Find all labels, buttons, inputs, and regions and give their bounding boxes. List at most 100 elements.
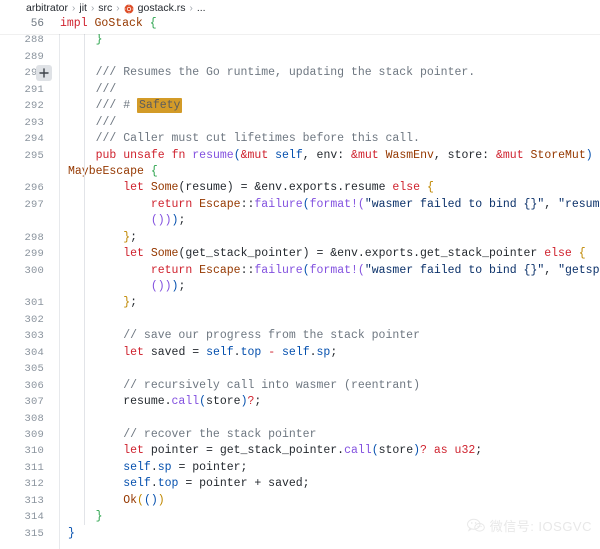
code-line[interactable]: 289 (0, 49, 600, 65)
code-line[interactable]: 288 } (0, 32, 600, 48)
line-number[interactable]: 295 (0, 148, 44, 164)
code-line[interactable]: 314 } (0, 509, 600, 525)
code-line[interactable]: 292 /// # Safety (0, 98, 600, 114)
token: ; (178, 214, 185, 227)
line-number[interactable]: 296 (0, 180, 44, 196)
code-line[interactable]: 298 }; (0, 230, 600, 246)
code-line[interactable]: ())); (0, 213, 600, 229)
breadcrumb-item----[interactable]: ... (197, 2, 206, 14)
token: /// (96, 83, 117, 96)
breadcrumb-item-jit[interactable]: jit (79, 2, 87, 14)
code-line[interactable]: 310 let pointer = get_stack_pointer.call… (0, 443, 600, 459)
line-number[interactable]: 308 (0, 411, 44, 427)
line-number[interactable]: 304 (0, 345, 44, 361)
code-line[interactable]: 303 // save our progress from the stack … (0, 328, 600, 344)
breadcrumb-item-src[interactable]: src (98, 2, 112, 14)
code-lines-container: return Escape::failure(format!("wasmer f… (0, 16, 600, 542)
code-line[interactable]: 309 // recover the stack pointer (0, 427, 600, 443)
token (68, 264, 151, 277)
code-line[interactable]: 313 Ok(()) (0, 493, 600, 509)
line-number[interactable]: 315 (0, 526, 44, 542)
line-number[interactable]: 298 (0, 230, 44, 246)
line-number[interactable]: 292 (0, 98, 44, 114)
line-number[interactable]: 306 (0, 378, 44, 394)
code-scroll-region[interactable]: return Escape::failure(format!("wasmer f… (0, 16, 600, 549)
token: ( (137, 494, 144, 507)
code-line[interactable]: 311 self.sp = pointer; (0, 460, 600, 476)
code-line[interactable]: 305 (0, 361, 600, 377)
code-text: return Escape::failure(format!("wasmer f… (68, 263, 600, 279)
token (144, 181, 151, 194)
line-number[interactable]: 293 (0, 115, 44, 131)
line-number[interactable]: 309 (0, 427, 44, 443)
code-line[interactable]: 296 let Some(resume) = &env.exports.resu… (0, 180, 600, 196)
code-text: /// (68, 115, 116, 131)
token: call (344, 444, 372, 457)
sticky-code-text: impl GoStack { (60, 14, 157, 34)
breadcrumb-item-arbitrator[interactable]: arbitrator (26, 2, 68, 14)
line-number[interactable]: 299 (0, 246, 44, 262)
code-line[interactable]: 301 }; (0, 295, 600, 311)
token: sp (158, 461, 172, 474)
code-text: return Escape::failure(format!("wasmer f… (68, 197, 600, 213)
line-number[interactable]: 294 (0, 131, 44, 147)
token: /// Caller must cut lifetimes before thi… (96, 132, 420, 145)
token: ; (178, 280, 185, 293)
code-line[interactable]: 290 /// Resumes the Go runtime, updating… (0, 65, 600, 81)
code-line[interactable]: 295 pub unsafe fn resume(&mut self, env:… (0, 148, 600, 164)
code-text: } (68, 509, 103, 525)
token: pub (96, 149, 117, 162)
line-number[interactable]: 297 (0, 197, 44, 213)
code-line[interactable]: 315} (0, 526, 600, 542)
token (524, 149, 531, 162)
token (68, 444, 123, 457)
token: "resume" (558, 198, 600, 211)
token: sp (317, 346, 331, 359)
line-number[interactable]: 312 (0, 476, 44, 492)
code-text: /// # Safety (68, 98, 182, 114)
line-number[interactable]: 311 (0, 460, 44, 476)
code-line[interactable]: 300 return Escape::failure(format!("wasm… (0, 263, 600, 279)
line-number[interactable]: 291 (0, 82, 44, 98)
code-line[interactable]: 293 /// (0, 115, 600, 131)
token: u32 (455, 444, 476, 457)
token: ) (158, 280, 165, 293)
line-number[interactable]: 305 (0, 361, 44, 377)
token: = pointer + saved; (178, 477, 309, 490)
line-number[interactable]: 303 (0, 328, 44, 344)
code-line[interactable]: 302 (0, 312, 600, 328)
code-line[interactable]: 306 // recursively call into wasmer (ree… (0, 378, 600, 394)
line-number[interactable]: 310 (0, 443, 44, 459)
line-number[interactable]: 288 (0, 32, 44, 48)
code-line[interactable]: 291 /// (0, 82, 600, 98)
token: ( (199, 395, 206, 408)
token: store (379, 444, 414, 457)
line-number[interactable]: 300 (0, 263, 44, 279)
breadcrumb-item-gostack-rs[interactable]: gostack.rs (138, 2, 186, 14)
line-number[interactable]: 313 (0, 493, 44, 509)
code-line[interactable]: 299 let Some(get_stack_pointer) = &env.e… (0, 246, 600, 262)
line-number[interactable]: 301 (0, 295, 44, 311)
code-line[interactable]: 312 self.top = pointer + saved; (0, 476, 600, 492)
code-line[interactable]: 304 let saved = self.top - self.sp; (0, 345, 600, 361)
token: resume. (123, 395, 171, 408)
token: WasmEnv (386, 149, 434, 162)
code-line[interactable]: 307 resume.call(store)?; (0, 394, 600, 410)
code-line[interactable]: 308 (0, 411, 600, 427)
token (144, 247, 151, 260)
code-line[interactable]: MaybeEscape { (0, 164, 600, 180)
token: :: (241, 264, 255, 277)
line-number[interactable]: 307 (0, 394, 44, 410)
token: // recursively call into wasmer (reentra… (123, 379, 420, 392)
code-line[interactable]: 297 return Escape::failure(format!("wasm… (0, 197, 600, 213)
line-number[interactable]: 314 (0, 509, 44, 525)
line-number[interactable]: 289 (0, 49, 44, 65)
add-comment-button[interactable] (36, 65, 52, 81)
breadcrumb: arbitrator›jit›src›gostack.rs›... (0, 0, 600, 16)
code-text: /// Caller must cut lifetimes before thi… (68, 131, 420, 147)
code-line[interactable]: ())); (0, 279, 600, 295)
line-number[interactable]: 302 (0, 312, 44, 328)
token: else (392, 181, 420, 194)
code-viewer-window: arbitrator›jit›src›gostack.rs›... return… (0, 0, 600, 549)
code-line[interactable]: 294 /// Caller must cut lifetimes before… (0, 131, 600, 147)
